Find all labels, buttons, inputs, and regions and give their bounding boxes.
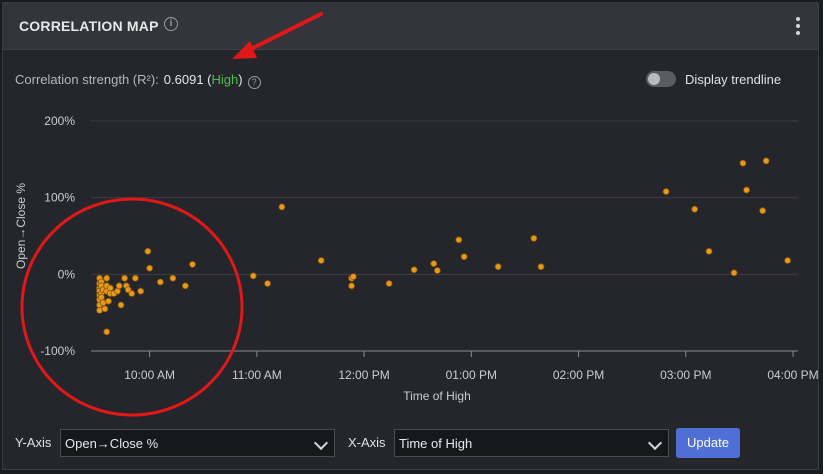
x-tick-label: 11:00 AM xyxy=(232,368,282,382)
data-point[interactable] xyxy=(156,278,164,286)
data-point[interactable] xyxy=(278,203,286,211)
data-point[interactable] xyxy=(181,282,189,290)
data-point[interactable] xyxy=(410,266,418,274)
data-point[interactable] xyxy=(730,269,738,277)
data-point[interactable] xyxy=(146,264,154,272)
data-point[interactable] xyxy=(117,301,125,309)
data-point[interactable] xyxy=(169,274,177,282)
data-point[interactable] xyxy=(662,188,670,195)
data-point[interactable] xyxy=(128,290,136,297)
chevron-down-icon xyxy=(313,435,329,451)
y-axis-select-label: Y-Axis xyxy=(15,435,52,450)
data-point[interactable] xyxy=(530,234,538,242)
data-point[interactable] xyxy=(189,260,196,268)
data-point[interactable] xyxy=(348,282,355,290)
data-point[interactable] xyxy=(433,267,441,274)
data-point[interactable] xyxy=(537,263,545,271)
correlation-map-panel: CORRELATION MAP i Correlation strength (… xyxy=(2,2,819,470)
data-point[interactable] xyxy=(430,260,438,268)
data-point[interactable] xyxy=(759,207,767,215)
scatter-chart: 200% 100% 0% -100% 10:00 AM 11:00 AM 12:00 PM… xyxy=(14,12,819,417)
y-tick-label: 100% xyxy=(44,191,75,205)
data-point[interactable] xyxy=(385,280,393,287)
x-tick-label: 02:00 PM xyxy=(553,368,604,382)
y-axis-select-value: Open→Close % xyxy=(65,436,159,451)
x-axis-select-label: X-Axis xyxy=(348,435,386,450)
data-point[interactable] xyxy=(349,273,357,281)
y-tick-label: 0% xyxy=(58,267,76,281)
data-point[interactable] xyxy=(784,257,792,264)
data-point[interactable] xyxy=(115,282,123,290)
data-point[interactable] xyxy=(494,263,502,271)
x-tick-label: 03:00 PM xyxy=(660,368,711,382)
chart-grid xyxy=(91,120,798,352)
red-circle-annotation xyxy=(20,197,244,417)
x-tick-label: 01:00 PM xyxy=(446,368,497,382)
x-axis-ticks: 10:00 AM 11:00 AM 12:00 PM 01:00 PM 02:00 PM… xyxy=(91,350,819,382)
red-arrow-head xyxy=(232,41,257,59)
data-point[interactable] xyxy=(137,287,145,295)
y-tick-label: 200% xyxy=(44,114,75,128)
data-point[interactable] xyxy=(705,247,713,255)
data-points xyxy=(96,157,792,336)
x-axis-select[interactable]: Time of High xyxy=(394,429,669,457)
chevron-down-icon xyxy=(647,435,663,451)
data-point[interactable] xyxy=(105,297,112,305)
data-point[interactable] xyxy=(691,205,699,213)
x-tick-label: 04:00 PM xyxy=(767,368,818,382)
data-point[interactable] xyxy=(455,236,463,244)
data-point[interactable] xyxy=(743,186,750,194)
x-axis-select-value: Time of High xyxy=(399,436,473,451)
data-point[interactable] xyxy=(103,328,111,336)
x-tick-label: 12:00 PM xyxy=(338,368,389,382)
data-point[interactable] xyxy=(317,257,325,264)
data-point[interactable] xyxy=(762,157,770,165)
data-point[interactable] xyxy=(131,274,139,282)
x-tick-label: 10:00 AM xyxy=(124,368,175,382)
update-button[interactable]: Update xyxy=(676,428,740,458)
y-axis-select[interactable]: Open→Close % xyxy=(60,429,335,457)
y-axis-ticks: 200% 100% 0% -100% xyxy=(40,114,75,358)
data-point[interactable] xyxy=(264,280,271,287)
data-point[interactable] xyxy=(144,247,152,255)
y-axis-title: Open→Close % xyxy=(14,183,28,269)
data-point[interactable] xyxy=(249,272,257,280)
data-point[interactable] xyxy=(103,274,111,282)
data-point[interactable] xyxy=(121,274,128,282)
data-point[interactable] xyxy=(460,253,468,261)
x-axis-title: Time of High xyxy=(403,389,471,403)
y-tick-label: -100% xyxy=(40,344,75,358)
data-point[interactable] xyxy=(739,159,747,167)
data-point[interactable] xyxy=(101,305,109,313)
